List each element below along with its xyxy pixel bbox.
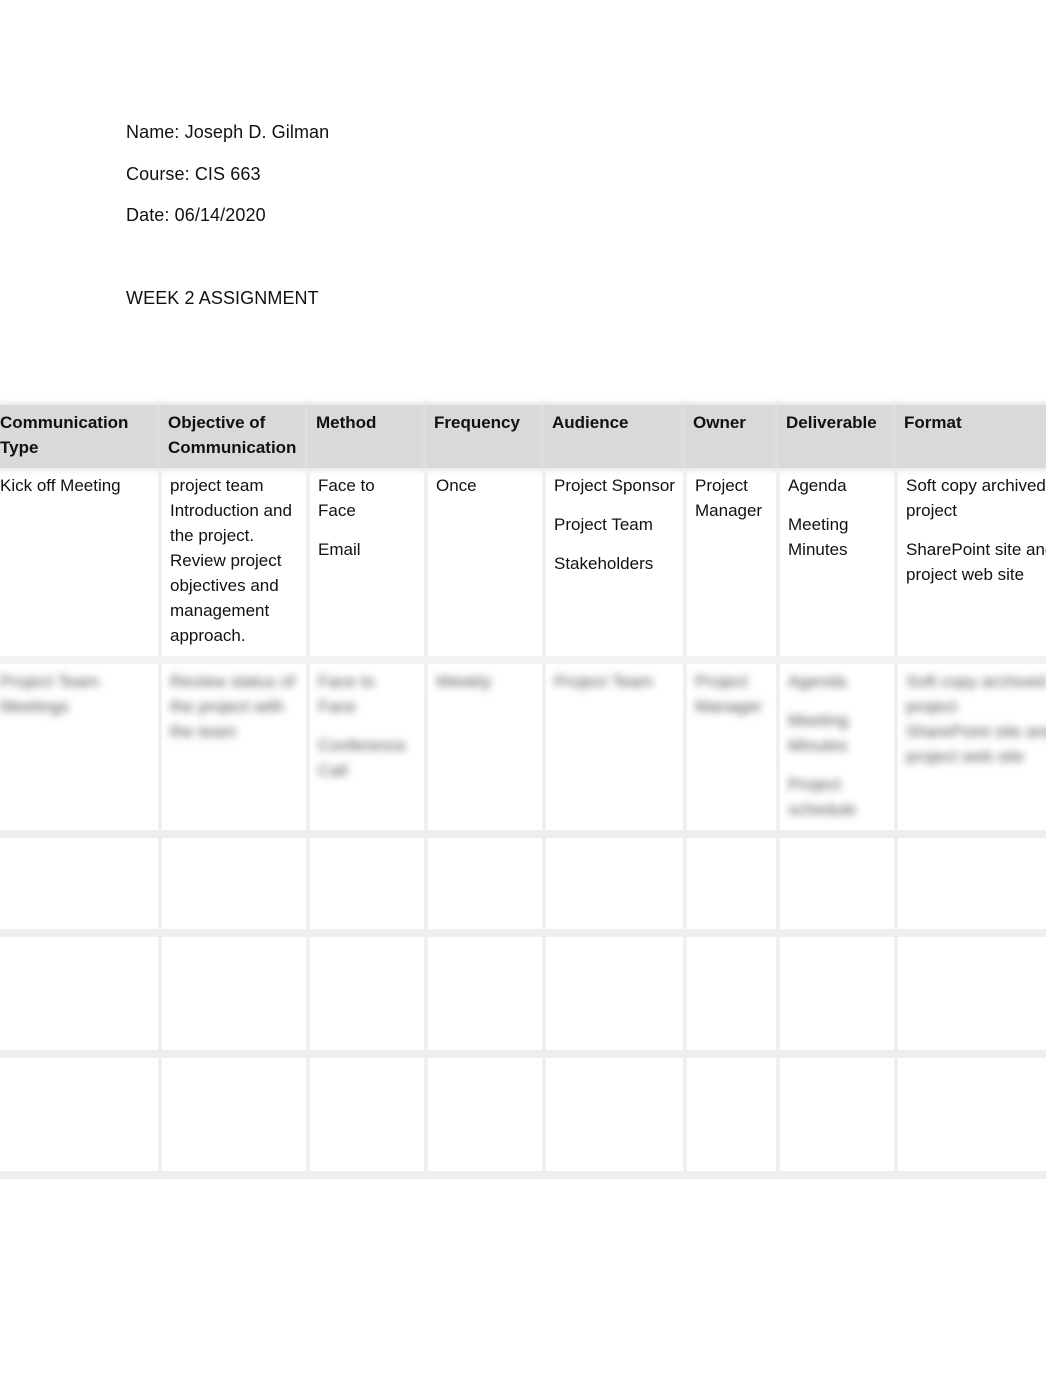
cell-frequency: Once (426, 468, 546, 664)
empty-cell (0, 1054, 162, 1179)
empty-cell (685, 834, 780, 937)
cell-format: Soft copy archived on project SharePoint… (896, 660, 1046, 838)
empty-cell (160, 1054, 310, 1179)
cell-type: Project Team Meetings (0, 660, 162, 838)
column-header: Communication Type (0, 405, 160, 468)
empty-cell (0, 834, 162, 937)
audience-item: Project Sponsor (554, 476, 675, 495)
column-header: Frequency (426, 405, 544, 468)
empty-cell (0, 933, 162, 1058)
empty-cell (308, 1054, 428, 1179)
date-label: Date: 06/14/2020 (126, 205, 266, 225)
empty-cell (685, 933, 780, 1058)
empty-cell (160, 933, 310, 1058)
cell-method: Face to Face Email (308, 468, 428, 664)
cell-objective: project team Introduction and the projec… (160, 468, 310, 664)
column-header: Owner (685, 405, 778, 468)
format-item: SharePoint site and project web site (906, 540, 1046, 584)
empty-cell (308, 933, 428, 1058)
column-header: Objective of Communication (160, 405, 308, 468)
cell-format: Soft copy archived on project SharePoint… (896, 468, 1046, 664)
communication-plan-table: Communication Type Objective of Communic… (0, 405, 1046, 1179)
cell-audience: Project Team (544, 660, 687, 838)
cell-owner: Project Manager (685, 660, 780, 838)
cell-type: Kick off Meeting (0, 468, 162, 664)
audience-item: Project Team (554, 515, 653, 534)
method-item: Conference Call (318, 736, 406, 780)
table-row: Kick off Meeting project team Introducti… (0, 468, 1046, 664)
empty-cell (160, 834, 310, 937)
method-item: Face to Face (318, 672, 375, 716)
column-header: Format (896, 405, 1046, 468)
method-item: Email (318, 540, 361, 559)
cell-audience: Project Sponsor Project Team Stakeholder… (544, 468, 687, 664)
table-header-row: Communication Type Objective of Communic… (0, 405, 1046, 468)
empty-cell (426, 933, 546, 1058)
empty-cell (778, 1054, 898, 1179)
table-row-empty (0, 933, 1046, 1058)
empty-cell (685, 1054, 780, 1179)
cell-method: Face to Face Conference Call (308, 660, 428, 838)
table-row-empty (0, 834, 1046, 937)
deliverable-item: Project schedule (788, 775, 857, 819)
cell-objective: Review status of the project with the te… (160, 660, 310, 838)
audience-item: Stakeholders (554, 554, 654, 573)
deliverable-item: Agenda (788, 476, 847, 495)
method-item: Face to Face (318, 476, 375, 520)
audience-item: Project Team (554, 672, 653, 691)
student-name: Name: Joseph D. Gilman (126, 122, 330, 142)
format-item: Soft copy archived on project (906, 476, 1046, 520)
empty-cell (896, 834, 1046, 937)
deliverable-item: Meeting Minutes (788, 515, 849, 559)
format-item: Soft copy archived on project (906, 672, 1046, 716)
column-header: Audience (544, 405, 685, 468)
cell-frequency: Weekly (426, 660, 546, 838)
empty-cell (896, 933, 1046, 1058)
column-header: Method (308, 405, 426, 468)
empty-cell (778, 834, 898, 937)
empty-cell (426, 834, 546, 937)
deliverable-item: Agenda (788, 672, 847, 691)
empty-cell (426, 1054, 546, 1179)
empty-cell (896, 1054, 1046, 1179)
cell-deliverable: Agenda Meeting Minutes (778, 468, 898, 664)
deliverable-item: Meeting Minutes (788, 711, 849, 755)
table-row-empty (0, 1054, 1046, 1179)
assignment-title: WEEK 2 ASSIGNMENT (126, 288, 319, 308)
format-item: SharePoint site and project web site (906, 722, 1046, 766)
cell-owner: Project Manager (685, 468, 780, 664)
table-row-blurred: Project Team Meetings Review status of t… (0, 660, 1046, 838)
course-label: Course: CIS 663 (126, 164, 261, 184)
cell-deliverable: Agenda Meeting Minutes Project schedule (778, 660, 898, 838)
document-page: Name: Joseph D. Gilman Course: CIS 663 D… (0, 0, 1046, 1377)
empty-cell (308, 834, 428, 937)
empty-cell (544, 1054, 687, 1179)
column-header: Deliverable (778, 405, 896, 468)
empty-cell (544, 834, 687, 937)
empty-cell (544, 933, 687, 1058)
empty-cell (778, 933, 898, 1058)
